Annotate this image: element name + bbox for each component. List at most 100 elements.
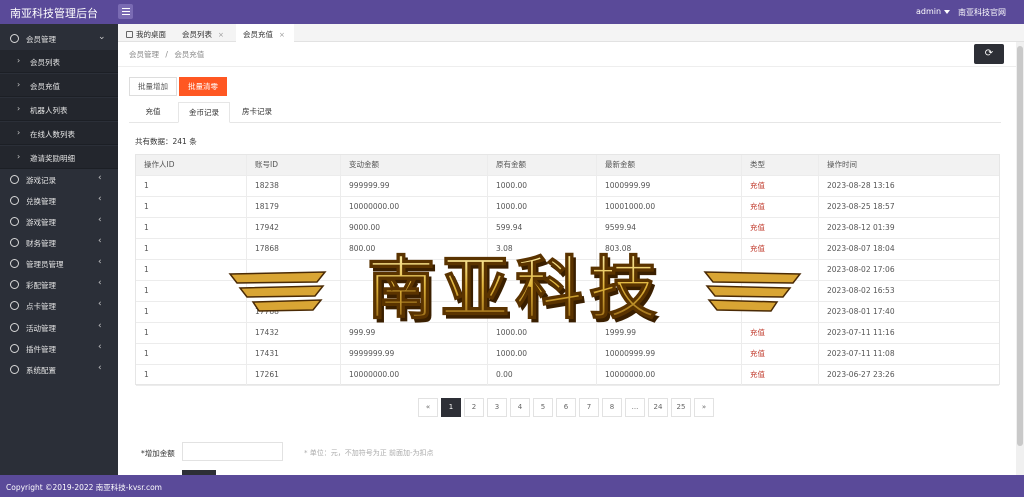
table-row: 1 17431 9999999.99 1000.00 10000999.99 充值 2023… (136, 344, 999, 365)
batch-clear-button[interactable]: 批量清零 (179, 77, 227, 96)
chevron-down-icon: ⌄ (98, 32, 106, 42)
user-menu[interactable]: admin (916, 7, 951, 16)
add-amount-input[interactable] (182, 442, 283, 461)
next-page-button[interactable]: » (694, 398, 714, 417)
table-cell: 9599.94 (597, 218, 742, 238)
chevron-right-icon: › (17, 80, 21, 89)
prev-page-button[interactable]: « (418, 398, 438, 417)
sidebar-item-system-config[interactable]: 系统配置 ‹ (0, 359, 118, 380)
refresh-icon: ⟳ (984, 48, 994, 59)
sidebar-item-lottery-config[interactable]: 彩配管理 ‹ (0, 274, 118, 295)
add-amount-hint: * 单位：元，不加符号为正 前面加-为扣点 (304, 449, 434, 457)
tab-card-record[interactable]: 房卡记录 (232, 102, 282, 123)
page-button[interactable]: 6 (556, 398, 576, 417)
sidebar-item-finance[interactable]: 财务管理 ‹ (0, 232, 118, 253)
sidebar-item-label: 管理员管理 (26, 260, 64, 269)
chevron-right-icon: › (17, 56, 21, 65)
page-button[interactable]: 1 (441, 398, 461, 417)
tab-member-recharge[interactable]: 会员充值 × (236, 24, 294, 42)
sidebar-item-game-management[interactable]: 游戏管理 ‹ (0, 211, 118, 232)
sidebar-subitem-label: 会员充值 (30, 82, 60, 91)
record-total: 共有数据：241 条 (135, 137, 197, 146)
type-cell: 充值 (742, 344, 819, 364)
table-cell: 1 (136, 365, 247, 385)
sidebar-item-label: 彩配管理 (26, 281, 56, 290)
breadcrumb-parent[interactable]: 会员管理 (129, 50, 159, 59)
table-cell: 1000.00 (488, 344, 597, 364)
tab-coin-record[interactable]: 金币记录 (178, 102, 230, 123)
table-cell: 17942 (247, 218, 341, 238)
menu-toggle-icon[interactable] (118, 4, 133, 19)
page-button[interactable]: 25 (671, 398, 691, 417)
user-icon (10, 280, 19, 289)
tab-label: 会员充值 (243, 30, 273, 39)
calendar-icon (10, 217, 19, 226)
page-button[interactable]: 8 (602, 398, 622, 417)
settings-icon (10, 365, 19, 374)
sidebar-item-label: 活动管理 (26, 324, 56, 333)
tab-label: 我的桌面 (136, 30, 166, 39)
sidebar-item-game-records[interactable]: 游戏记录 ‹ (0, 169, 118, 190)
table-cell: 9000.00 (341, 218, 488, 238)
page-button[interactable]: ... (625, 398, 645, 417)
sidebar-subitem-label: 机器人列表 (30, 106, 68, 115)
table-cell: 18238 (247, 176, 341, 196)
sidebar-item-label: 系统配置 (26, 366, 56, 375)
top-bar: 南亚科技管理后台 admin 南亚科技官网 (0, 0, 1024, 24)
table-cell: 10000999.99 (597, 344, 742, 364)
page-button[interactable]: 24 (648, 398, 668, 417)
sidebar-subitem-robot-list[interactable]: › 机器人列表 (0, 98, 118, 121)
chevron-left-icon: ‹ (98, 215, 102, 225)
sidebar-subitem-online-list[interactable]: › 在线人数列表 (0, 122, 118, 145)
settings-icon (10, 323, 19, 332)
close-icon[interactable]: × (279, 31, 285, 39)
table-cell: 2023-08-02 16:53 (827, 286, 895, 295)
sidebar-item-cards[interactable]: 点卡管理 ‹ (0, 295, 118, 316)
page-button[interactable]: 3 (487, 398, 507, 417)
sidebar-subitem-member-list[interactable]: › 会员列表 (0, 50, 118, 73)
sidebar-item-member-management[interactable]: 会员管理 ⌄ (0, 28, 118, 49)
page-button[interactable]: 4 (510, 398, 530, 417)
tab-recharge[interactable]: 充值 (129, 102, 177, 123)
type-cell: 充值 (742, 176, 819, 196)
column-header: 类型 (742, 155, 819, 175)
page-button[interactable]: 7 (579, 398, 599, 417)
sidebar-subitem-member-recharge[interactable]: › 会员充值 (0, 74, 118, 97)
sidebar: 会员管理 ⌄ › 会员列表 › 会员充值 › 机器人列表 › 在线人数列表 › … (0, 24, 118, 475)
sidebar-item-label: 游戏记录 (26, 176, 56, 185)
column-header: 最新金额 (597, 155, 742, 175)
sidebar-item-admins[interactable]: 管理员管理 ‹ (0, 253, 118, 274)
chevron-right-icon: › (17, 128, 21, 137)
batch-add-button[interactable]: 批量增加 (129, 77, 177, 96)
refresh-button[interactable]: ⟳ (974, 44, 1004, 64)
tab-member-list[interactable]: 会员列表 × (182, 24, 236, 42)
page-button[interactable]: 5 (533, 398, 553, 417)
chevron-right-icon: › (17, 152, 21, 161)
chevron-left-icon: ‹ (98, 173, 102, 183)
table-cell: 10001000.00 (597, 197, 742, 217)
table-cell: 17261 (247, 365, 341, 385)
sidebar-subitem-invite-rewards[interactable]: › 邀请奖励明细 (0, 146, 118, 169)
type-cell: 充值 (742, 365, 819, 385)
chevron-left-icon: ‹ (98, 363, 102, 373)
column-header: 原有金额 (488, 155, 597, 175)
breadcrumb-separator: / (165, 50, 168, 59)
official-site-link[interactable]: 南亚科技官网 (958, 7, 1006, 18)
sidebar-item-exchange[interactable]: 兑换管理 ‹ (0, 190, 118, 211)
chevron-left-icon: ‹ (98, 299, 102, 309)
app-title: 南亚科技管理后台 (10, 7, 98, 20)
table-cell: 2023-07-11 11:16 (827, 328, 895, 337)
sidebar-item-label: 会员管理 (26, 35, 56, 44)
table-row: 1 18179 10000000.00 1000.00 10001000.00 充值 202… (136, 197, 999, 218)
close-icon[interactable]: × (218, 31, 224, 39)
table-cell: 2023-06-27 23:26 (827, 370, 895, 379)
sidebar-subitem-label: 邀请奖励明细 (30, 154, 75, 163)
sidebar-item-label: 兑换管理 (26, 197, 56, 206)
page-button[interactable]: 2 (464, 398, 484, 417)
table-cell: 2023-07-11 11:08 (827, 349, 895, 358)
scrollbar-thumb[interactable] (1017, 46, 1023, 446)
tab-desktop[interactable]: 我的桌面 (126, 24, 180, 42)
sidebar-item-events[interactable]: 活动管理 ‹ (0, 317, 118, 338)
divider (118, 66, 1016, 67)
sidebar-item-plugins[interactable]: 插件管理 ‹ (0, 338, 118, 359)
